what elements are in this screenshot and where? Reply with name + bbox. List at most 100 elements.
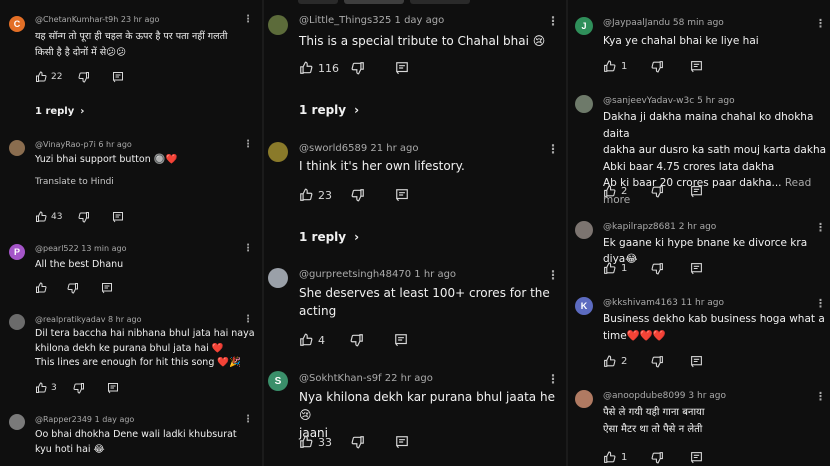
more-options-icon[interactable]: ⋮ <box>815 391 826 402</box>
like-icon[interactable] <box>603 60 616 73</box>
reply-comment-icon[interactable] <box>112 211 124 223</box>
comment-author[interactable]: @Rapper2349 <box>35 415 92 424</box>
avatar[interactable] <box>268 142 288 162</box>
dislike-icon[interactable] <box>351 435 365 449</box>
comment-author[interactable]: @ChetanKumhar-t9h <box>35 15 118 24</box>
reply-comment-icon[interactable] <box>690 451 703 464</box>
like-icon[interactable] <box>35 211 47 223</box>
comment-author[interactable]: @sworld6589 <box>299 143 367 154</box>
comment-item: @gurpreetsingh48470 1 hr ago ⋮ She deser… <box>264 258 566 362</box>
dislike-icon[interactable] <box>73 382 85 394</box>
view-replies-button[interactable]: 1 reply › <box>299 103 359 117</box>
view-replies-button[interactable]: 1 reply › <box>299 230 359 244</box>
like-icon[interactable] <box>299 435 313 449</box>
comment-author[interactable]: @realpratikyadav <box>35 315 106 324</box>
comment-actions: 3 <box>35 382 119 394</box>
avatar[interactable] <box>9 414 25 430</box>
comment-text: Yuzi bhai support button 🔘❤️ <box>35 154 178 165</box>
comment-item: @sworld6589 21 hr ago ⋮ I think it's her… <box>264 132 566 256</box>
more-options-icon[interactable]: ⋮ <box>243 15 253 25</box>
comment-author[interactable]: @Little_Things325 <box>299 15 391 26</box>
dislike-icon[interactable] <box>350 333 364 347</box>
comment-author[interactable]: @kapilrapz8681 <box>603 222 676 232</box>
comment-author[interactable]: @JaypaalJandu <box>603 18 670 28</box>
reply-comment-icon[interactable] <box>101 282 113 294</box>
comment-text: I think it's her own lifestory. <box>299 159 465 173</box>
dislike-icon[interactable] <box>351 188 365 202</box>
dislike-icon[interactable] <box>67 282 79 294</box>
comment-author[interactable]: @kkshivam4163 <box>603 298 678 308</box>
more-options-icon[interactable]: ⋮ <box>547 373 559 385</box>
more-options-icon[interactable]: ⋮ <box>547 15 559 27</box>
dislike-icon[interactable] <box>651 185 664 198</box>
avatar[interactable] <box>575 390 593 408</box>
more-options-icon[interactable]: ⋮ <box>815 222 826 233</box>
avatar[interactable]: S <box>268 371 288 391</box>
reply-comment-icon[interactable] <box>394 333 408 347</box>
comment-author[interactable]: @anoopdube8099 <box>603 391 686 401</box>
like-icon[interactable] <box>299 61 313 75</box>
like-icon[interactable] <box>35 71 47 83</box>
comment-time: 23 hr ago <box>120 15 160 24</box>
comment-author[interactable]: @pearl522 <box>35 244 79 253</box>
like-icon[interactable] <box>35 282 47 294</box>
translate-link[interactable]: Translate to Hindi <box>35 177 114 187</box>
reply-comment-icon[interactable] <box>395 188 409 202</box>
like-icon[interactable] <box>35 382 47 394</box>
dislike-icon[interactable] <box>651 262 664 275</box>
avatar[interactable] <box>268 268 288 288</box>
comment-time: 11 hr ago <box>680 298 725 308</box>
comment-author[interactable]: @SokhtKhan-s9f <box>299 373 382 384</box>
avatar[interactable] <box>575 221 593 239</box>
comment-time: 1 day ago <box>94 415 135 424</box>
dislike-icon[interactable] <box>78 71 90 83</box>
more-options-icon[interactable]: ⋮ <box>547 143 559 155</box>
like-count: 1 <box>621 452 628 463</box>
avatar[interactable]: J <box>575 17 593 35</box>
dislike-icon[interactable] <box>351 61 365 75</box>
reply-comment-icon[interactable] <box>112 71 124 83</box>
like-count: 23 <box>318 188 332 202</box>
comment-text: यह सॉन्ग तो पूरा ही चहल के ऊपर है पर पता… <box>35 31 228 58</box>
reply-comment-icon[interactable] <box>395 435 409 449</box>
more-options-icon[interactable]: ⋮ <box>243 244 253 254</box>
view-replies-button[interactable]: 1 reply › <box>35 106 84 117</box>
more-options-icon[interactable]: ⋮ <box>243 140 253 150</box>
like-icon[interactable] <box>299 333 313 347</box>
comment-text: She deserves at least 100+ crores for th… <box>299 286 550 318</box>
like-icon[interactable] <box>603 355 616 368</box>
avatar[interactable] <box>9 314 25 330</box>
like-icon[interactable] <box>603 451 616 464</box>
dislike-icon[interactable] <box>78 211 90 223</box>
comment-time: 21 hr ago <box>370 143 419 154</box>
reply-comment-icon[interactable] <box>690 185 703 198</box>
avatar[interactable] <box>575 95 593 113</box>
avatar[interactable]: C <box>9 16 25 32</box>
comment-item: S @SokhtKhan-s9f 22 hr ago ⋮ Nya khilona… <box>264 362 566 466</box>
reply-comment-icon[interactable] <box>690 355 703 368</box>
reply-comment-icon[interactable] <box>690 60 703 73</box>
like-icon[interactable] <box>299 188 313 202</box>
like-icon[interactable] <box>603 185 616 198</box>
chevron-right-icon: › <box>80 106 85 117</box>
reply-comment-icon[interactable] <box>690 262 703 275</box>
more-options-icon[interactable]: ⋮ <box>243 315 253 325</box>
comment-author[interactable]: @gurpreetsingh48470 <box>299 269 411 280</box>
more-options-icon[interactable]: ⋮ <box>243 415 253 425</box>
more-options-icon[interactable]: ⋮ <box>547 269 559 281</box>
more-options-icon[interactable]: ⋮ <box>815 18 826 29</box>
dislike-icon[interactable] <box>651 451 664 464</box>
avatar[interactable] <box>268 15 288 35</box>
comment-time: 2 hr ago <box>678 222 717 232</box>
comment-author[interactable]: @sanjeevYadav-w3c <box>603 96 694 106</box>
avatar[interactable]: K <box>575 297 593 315</box>
reply-comment-icon[interactable] <box>395 61 409 75</box>
like-icon[interactable] <box>603 262 616 275</box>
dislike-icon[interactable] <box>651 60 664 73</box>
reply-comment-icon[interactable] <box>107 382 119 394</box>
dislike-icon[interactable] <box>651 355 664 368</box>
avatar[interactable] <box>9 140 25 156</box>
avatar[interactable]: P <box>9 244 25 260</box>
more-options-icon[interactable]: ⋮ <box>815 298 826 309</box>
comment-author[interactable]: @VinayRao-p7i <box>35 140 96 149</box>
